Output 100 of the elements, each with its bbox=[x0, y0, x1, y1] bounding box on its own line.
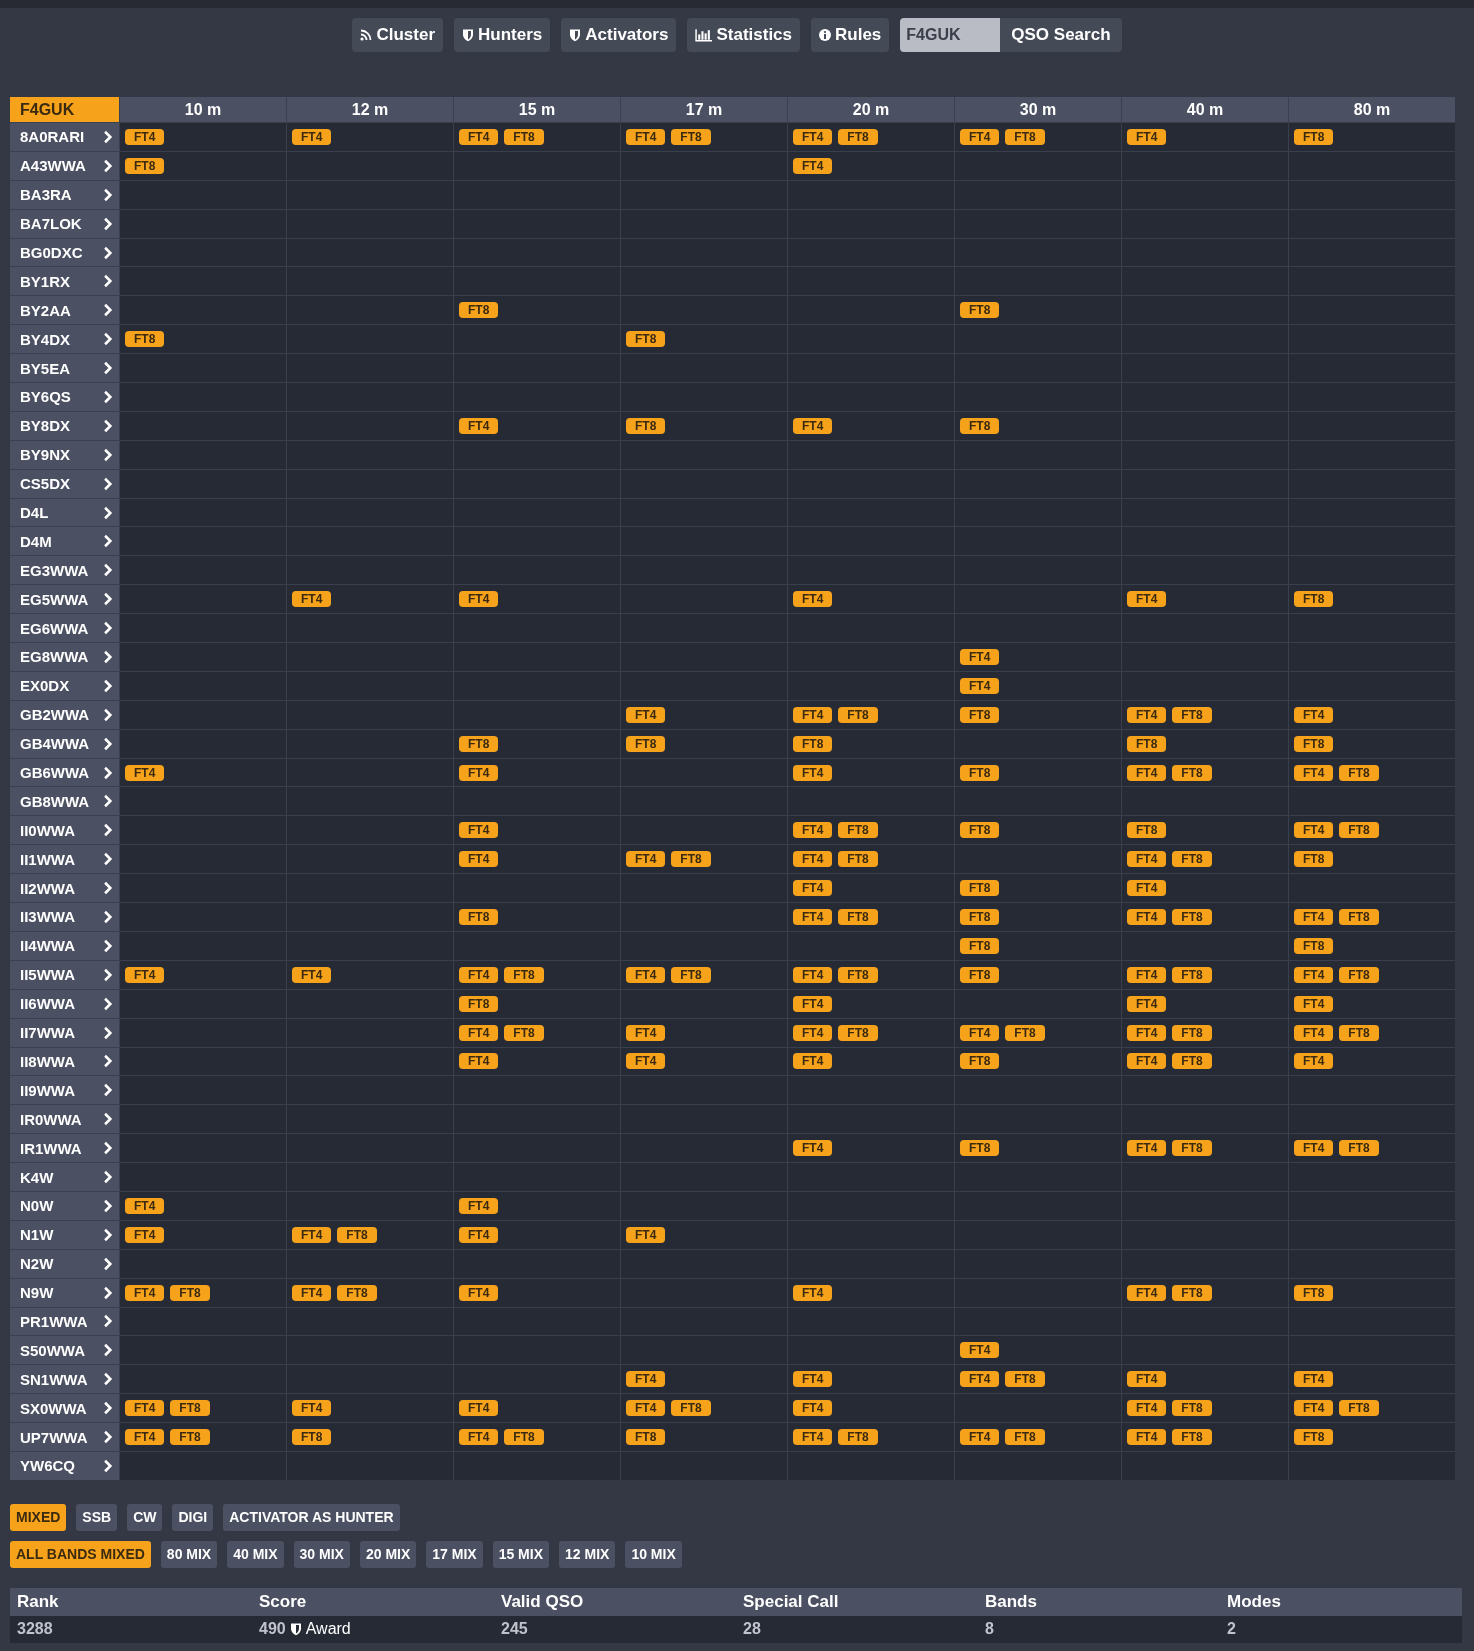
column-header: Special Call bbox=[742, 1590, 840, 1613]
station-button[interactable]: BA7LOK bbox=[10, 208, 119, 238]
mode-badge: FT4 bbox=[459, 417, 499, 434]
mode-badge: FT8 bbox=[838, 851, 878, 868]
station-button[interactable]: SX0WWA bbox=[10, 1393, 119, 1423]
station-button[interactable]: N1W bbox=[10, 1219, 119, 1249]
station-button[interactable]: EG3WWA bbox=[10, 555, 119, 585]
station-button[interactable]: EX0DX bbox=[10, 670, 119, 700]
station-button[interactable]: GB2WWA bbox=[10, 699, 119, 729]
station-button[interactable]: N0W bbox=[10, 1190, 119, 1220]
station-button[interactable]: BA3RA bbox=[10, 179, 119, 209]
station-button[interactable]: GB4WWA bbox=[10, 728, 119, 758]
station-button[interactable]: EG6WWA bbox=[10, 613, 119, 643]
station-button[interactable]: II9WWA bbox=[10, 1075, 119, 1105]
mode-badge: FT8 bbox=[838, 966, 878, 983]
band-filter-button[interactable]: 10 MIX bbox=[625, 1540, 682, 1568]
mode-badge: FT4 bbox=[626, 851, 666, 868]
mode-badge: FT8 bbox=[626, 1429, 666, 1445]
rss-icon bbox=[360, 28, 373, 42]
mode-badge: FT8 bbox=[125, 331, 165, 348]
mode-badge: FT4 bbox=[1294, 822, 1334, 839]
station-button[interactable]: II2WWA bbox=[10, 873, 119, 903]
mode-badge: FT4 bbox=[626, 1400, 666, 1417]
qso-search-button[interactable]: QSO Search bbox=[1000, 18, 1122, 52]
band-filter-button[interactable]: 12 MIX bbox=[559, 1540, 616, 1568]
station-button[interactable]: IR1WWA bbox=[10, 1133, 119, 1163]
band-filter-button[interactable]: 80 MIX bbox=[160, 1540, 218, 1568]
station-button[interactable]: YW6CQ bbox=[10, 1450, 119, 1480]
mode-badge: FT8 bbox=[459, 735, 499, 752]
chevron-icon bbox=[103, 1314, 113, 1329]
mode-badge: FT8 bbox=[793, 735, 833, 752]
nav-button[interactable]: Rules bbox=[811, 18, 890, 52]
mode-badge: FT4 bbox=[292, 128, 332, 145]
chevron-icon bbox=[103, 1025, 113, 1040]
mode-badge: FT4 bbox=[626, 128, 666, 145]
mode-filter-button[interactable]: MIXED bbox=[10, 1503, 67, 1531]
band-filter-button[interactable]: 17 MIX bbox=[426, 1540, 483, 1568]
station-button[interactable]: BG0DXC bbox=[10, 237, 119, 267]
station-button[interactable]: 8A0RARI bbox=[10, 122, 119, 151]
station-button[interactable]: BY9NX bbox=[10, 439, 119, 469]
band-filter-button[interactable]: ALL BANDS MIXED bbox=[10, 1540, 151, 1568]
station-button[interactable]: IR0WWA bbox=[10, 1104, 119, 1134]
station-button[interactable]: S50WWA bbox=[10, 1335, 119, 1365]
chevron-icon bbox=[103, 1256, 113, 1271]
station-button[interactable]: EG8WWA bbox=[10, 642, 119, 671]
mode-filter-button[interactable]: ACTIVATOR AS HUNTER bbox=[223, 1503, 400, 1531]
mode-badge: FT4 bbox=[1127, 966, 1167, 983]
station-button[interactable]: II1WWA bbox=[10, 844, 119, 874]
mode-badge: FT4 bbox=[626, 1024, 666, 1041]
station-button[interactable]: II5WWA bbox=[10, 959, 119, 989]
mode-filter-button[interactable]: SSB bbox=[76, 1503, 118, 1531]
station-button[interactable]: II6WWA bbox=[10, 988, 119, 1018]
band-filter-button[interactable]: 15 MIX bbox=[492, 1540, 549, 1568]
band-filter-button[interactable]: 30 MIX bbox=[293, 1540, 350, 1568]
mode-filter-button[interactable]: DIGI bbox=[172, 1503, 214, 1531]
nav-button[interactable]: Cluster bbox=[352, 18, 444, 52]
station-button[interactable]: D4M bbox=[10, 526, 119, 556]
mode-badge: FT4 bbox=[1127, 706, 1167, 723]
station-button[interactable]: GB8WWA bbox=[10, 786, 119, 816]
station-button[interactable]: BY1RX bbox=[10, 266, 119, 296]
station-button[interactable]: II3WWA bbox=[10, 902, 119, 931]
search-field[interactable]: F4GUK bbox=[900, 18, 1001, 52]
mode-badge: FT4 bbox=[1127, 1053, 1167, 1070]
nav-button[interactable]: Activators bbox=[561, 18, 677, 52]
band-filter-button[interactable]: 20 MIX bbox=[359, 1540, 417, 1568]
station-button[interactable]: GB6WWA bbox=[10, 757, 119, 787]
station-button[interactable]: A43WWA bbox=[10, 150, 119, 180]
station-button[interactable]: UP7WWA bbox=[10, 1422, 119, 1451]
station-button[interactable]: CS5DX bbox=[10, 468, 119, 498]
nav-button[interactable]: Statistics bbox=[687, 18, 800, 52]
station-button[interactable]: II7WWA bbox=[10, 1017, 119, 1047]
station-button[interactable]: BY8DX bbox=[10, 410, 119, 440]
mode-badge: FT4 bbox=[459, 1284, 499, 1301]
station-button[interactable]: II4WWA bbox=[10, 930, 119, 960]
mode-badge: FT8 bbox=[1339, 1140, 1379, 1157]
station-button[interactable]: II8WWA bbox=[10, 1046, 119, 1076]
station-button[interactable]: BY6QS bbox=[10, 382, 119, 411]
station-button[interactable]: N9W bbox=[10, 1277, 119, 1307]
mode-filter-button[interactable]: CW bbox=[127, 1503, 163, 1531]
station-button[interactable]: EG5WWA bbox=[10, 584, 119, 614]
mode-badge: FT4 bbox=[626, 1053, 666, 1070]
mode-badge: FT4 bbox=[793, 128, 833, 145]
station-button[interactable]: D4L bbox=[10, 497, 119, 527]
chevron-icon bbox=[103, 534, 113, 549]
band-filter-button[interactable]: 40 MIX bbox=[227, 1540, 284, 1568]
station-button[interactable]: K4W bbox=[10, 1162, 119, 1191]
column-header: Valid QSO bbox=[500, 1590, 585, 1613]
station-button[interactable]: SN1WWA bbox=[10, 1364, 119, 1394]
station-button[interactable]: N2W bbox=[10, 1248, 119, 1278]
mode-badge: FT8 bbox=[1005, 128, 1045, 145]
station-button[interactable]: BY5EA bbox=[10, 353, 119, 382]
station-button[interactable]: II0WWA bbox=[10, 815, 119, 845]
mode-badge: FT4 bbox=[793, 417, 833, 434]
station-button[interactable]: BY2AA bbox=[10, 295, 119, 325]
mode-badge: FT4 bbox=[793, 1053, 833, 1070]
table-cell: 28 bbox=[743, 1620, 761, 1639]
nav-button[interactable]: Hunters bbox=[454, 18, 551, 52]
station-button[interactable]: BY4DX bbox=[10, 324, 119, 354]
mode-badge: FT8 bbox=[1005, 1371, 1045, 1388]
station-button[interactable]: PR1WWA bbox=[10, 1306, 119, 1336]
